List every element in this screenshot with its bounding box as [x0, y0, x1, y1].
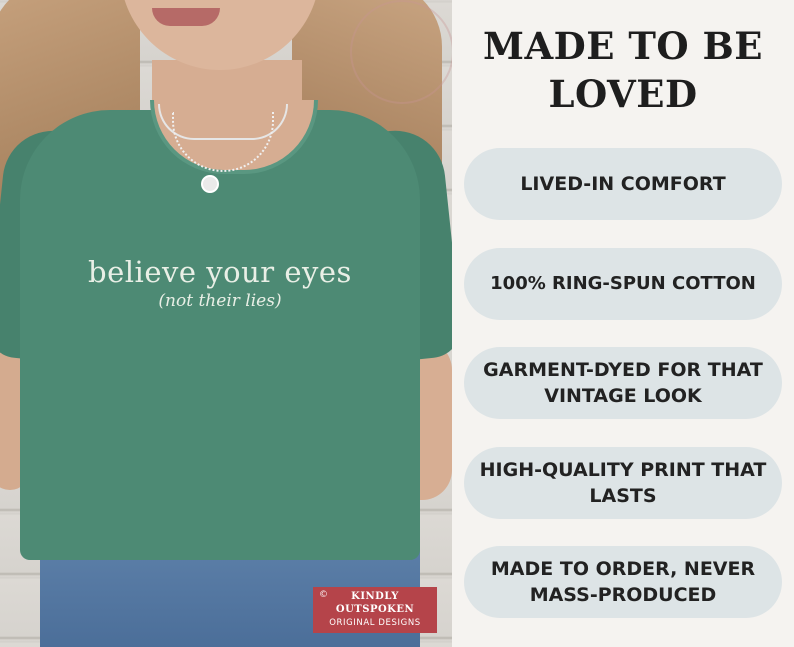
feature-pill: GARMENT-DYED FOR THAT VINTAGE LOOK	[464, 347, 782, 419]
lips	[152, 8, 220, 26]
brand-name-line1: KINDLY	[351, 591, 399, 602]
feature-pill: 100% RING-SPUN COTTON	[464, 248, 782, 320]
t-shirt	[20, 110, 420, 560]
headline: MADE TO BE LOVED	[483, 24, 763, 116]
pendant	[201, 175, 219, 193]
shirt-print: believe your eyes (not their lies)	[40, 255, 400, 311]
feature-pill: HIGH-QUALITY PRINT THAT LASTS	[464, 447, 782, 519]
features-panel: MADE TO BE LOVED LIVED-IN COMFORT 100% R…	[452, 0, 794, 647]
shirt-print-sub: (not their lies)	[158, 291, 282, 311]
product-photo: believe your eyes (not their lies) © KIN…	[0, 0, 452, 647]
feature-pill: LIVED-IN COMFORT	[464, 148, 782, 220]
brand-name-line2: OUTSPOKEN	[335, 604, 415, 615]
brand-badge: © KINDLY OUTSPOKEN ORIGINAL DESIGNS	[313, 587, 437, 633]
watermark-seal	[350, 0, 452, 104]
brand-tagline: ORIGINAL DESIGNS	[329, 618, 421, 628]
shirt-print-main: believe your eyes	[88, 255, 352, 289]
feature-pill: MADE TO ORDER, NEVER MASS-PRODUCED	[464, 546, 782, 618]
